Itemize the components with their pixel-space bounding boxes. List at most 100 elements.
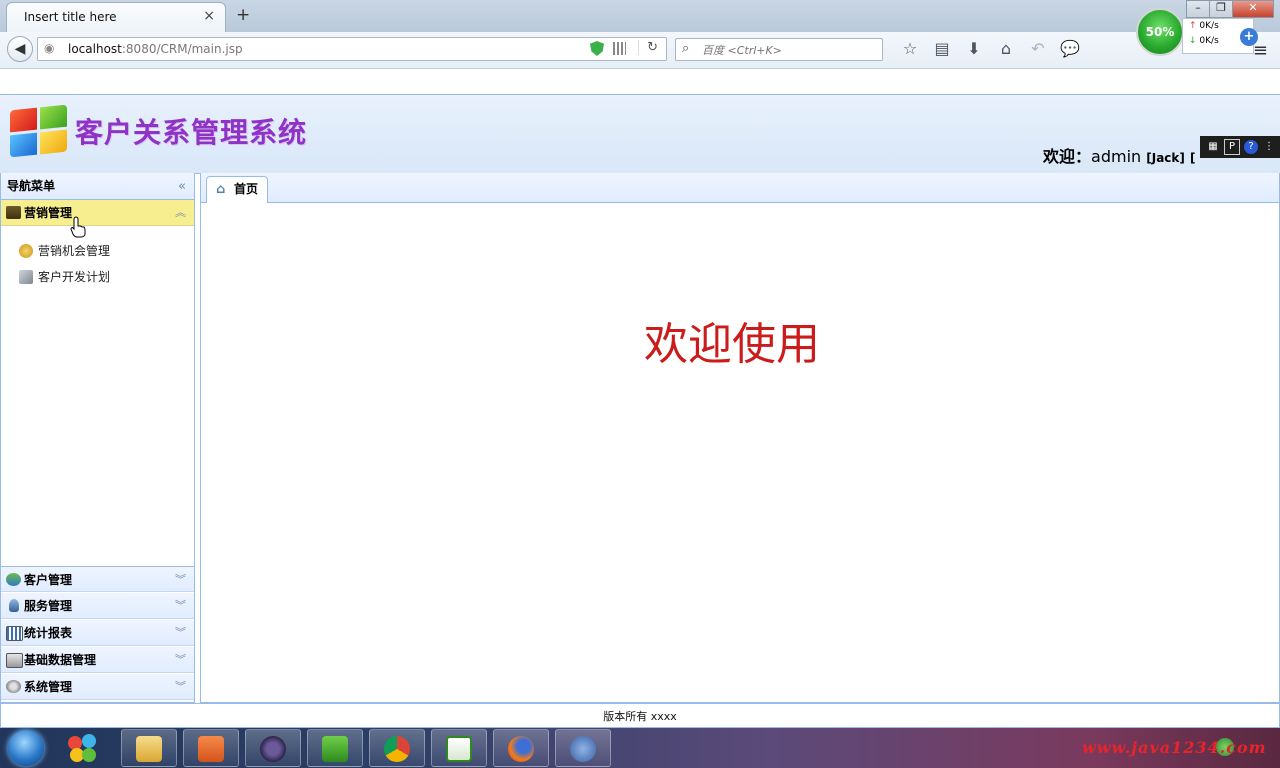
nav-section-label: 营销管理 [24,206,73,220]
keyboard-grid-icon[interactable]: ▦ [1206,140,1220,154]
search-bar[interactable]: ⌕ [675,38,883,61]
plus-icon[interactable]: + [1240,28,1258,46]
nav-section-basic-data[interactable]: 基础数据管理 ︾ [1,647,194,673]
chevron-up-icon[interactable]: ︽ [175,200,186,226]
hand-cursor-icon [70,216,86,238]
customers-icon [6,573,21,586]
nav-section-service[interactable]: 服务管理 ︾ [1,593,194,619]
bookmark-star-icon[interactable]: ☆ [894,39,926,59]
home-icon: ⌂ [216,182,226,197]
tab-close-icon[interactable]: × [203,8,215,24]
globe-icon: ◉ [44,41,55,55]
taskbar-firefox[interactable] [493,729,549,767]
chevron-down-icon[interactable]: ︾ [175,567,186,593]
browser-tab[interactable]: Insert title here × [6,2,226,32]
nav-section-label: 系统管理 [24,680,73,694]
start-button[interactable] [8,730,44,766]
presentation-icon [198,736,224,762]
download-rate: 0K/s [1199,36,1219,46]
firefox-icon [508,736,534,762]
tab-home[interactable]: ⌂ 首页 [206,176,268,203]
nav-item-sales-opportunity[interactable]: 营销机会管理 [19,241,110,261]
nav-section-label: 统计报表 [24,626,73,640]
coins-icon [19,244,33,258]
back-arrow-icon[interactable]: ◀ [7,36,33,62]
qr-code-icon[interactable] [613,42,626,55]
database-icon [6,653,23,668]
nav-section-customers[interactable]: 客户管理 ︾ [1,566,194,592]
undo-icon[interactable]: ↶ [1022,39,1054,59]
plan-icon [19,270,33,284]
tab-home-label: 首页 [234,182,259,196]
eclipse-gear-icon [260,736,286,762]
nav-section-system[interactable]: 系统管理 ︾ [1,674,194,700]
security-shield-icon[interactable] [590,41,604,56]
browser-toolbar: ☆ ▤ ⬇ ⌂ ↶ 💬 [894,39,1086,59]
welcome-message: 欢迎使用 [644,319,820,370]
service-icon [9,599,19,612]
chevron-down-icon[interactable]: ︾ [175,674,186,700]
welcome-label: 欢迎： [1043,147,1092,166]
taskbar-chrome[interactable] [369,729,425,767]
nav-panel: 导航菜单 « 营销管理 ︽ 营销机会管理 客户开发计划 客户管理 ︾ 服务管理 … [0,173,195,703]
taskbar-eclipse[interactable] [245,729,301,767]
camtasia-icon [322,736,348,762]
ime-panel-icon[interactable]: P [1224,139,1240,155]
help-icon[interactable]: ? [1244,140,1258,154]
app-launcher-icon[interactable] [66,732,98,764]
chevron-down-icon[interactable]: ︾ [175,647,186,673]
address-bar[interactable]: ◉ localhost:8080/CRM/main.jsp ↻ [37,37,667,61]
taskbar-mysql[interactable] [555,729,611,767]
nav-section-label: 基础数据管理 [24,653,97,667]
taskbar-camtasia-recorder[interactable] [431,729,487,767]
nav-item-label: 营销机会管理 [38,244,111,258]
display-name: [Jack] [1146,151,1185,165]
ime-toolbar[interactable]: ▦ P ? ⋮ [1200,136,1280,158]
recorder-icon [446,736,472,762]
search-input[interactable] [700,41,874,59]
marketing-icon [6,206,21,219]
app-title: 客户关系管理系统 [75,116,308,149]
chrome-icon [384,736,410,762]
content-tabstrip: ⌂ 首页 [201,173,1279,203]
dolphin-icon [570,736,596,762]
nav-item-customer-plan[interactable]: 客户开发计划 [19,267,110,287]
url-path: :8080/CRM/main.jsp [121,42,243,56]
taskbar-explorer[interactable] [121,729,177,767]
home-button-icon[interactable]: ⌂ [990,39,1022,59]
nav-section-marketing[interactable]: 营销管理 ︽ [1,200,194,226]
taskbar-powerpoint[interactable] [183,729,239,767]
new-tab-button[interactable]: + [236,5,250,25]
speed-percent: 50% [1136,8,1184,56]
main-content-panel: ⌂ 首页 欢迎使用 [200,173,1280,703]
chevron-down-icon[interactable]: ︾ [175,593,186,619]
collapse-left-icon[interactable]: « [178,173,186,200]
download-arrow-icon: ↓ [1189,36,1197,46]
username: admin [1091,147,1142,166]
browser-tab-title: Insert title here [24,10,117,24]
upload-arrow-icon: ↑ [1189,21,1197,31]
browser-navbar: ◀ ◉ localhost:8080/CRM/main.jsp ↻ ⌕ ☆ ▤ … [0,32,1280,69]
chat-icon[interactable]: 💬 [1054,39,1086,59]
address-url[interactable]: localhost:8080/CRM/main.jsp [68,42,243,56]
search-icon: ⌕ [682,41,690,56]
nav-item-label: 客户开发计划 [38,270,111,284]
download-icon[interactable]: ⬇ [958,39,990,59]
network-speed-widget[interactable]: 50% ↑ 0K/s ↓ 0K/s + [1136,8,1264,58]
ime-options-icon[interactable]: ⋮ [1262,140,1276,154]
browser-titlebar: Insert title here × + – ❐ ✕ [0,0,1280,32]
nav-panel-title: 导航菜单 « [1,173,194,200]
reload-icon[interactable]: ↻ [638,40,658,55]
header-trailing-bracket: [ [1189,151,1196,165]
url-host: localhost [68,42,122,56]
taskbar-camtasia[interactable] [307,729,363,767]
app-header: 客户关系管理系统 欢迎：admin [Jack] [ [0,94,1280,174]
page-footer: 版本所有 xxxx [0,703,1280,728]
bookmarks-list-icon[interactable]: ▤ [926,39,958,59]
nav-section-label: 服务管理 [24,599,73,613]
nav-title-text: 导航菜单 [7,179,56,193]
nav-section-reports[interactable]: 统计报表 ︾ [1,620,194,646]
welcome-user: 欢迎：admin [Jack] [ [1043,143,1195,167]
chevron-down-icon[interactable]: ︾ [175,620,186,646]
upload-rate: 0K/s [1199,21,1219,31]
